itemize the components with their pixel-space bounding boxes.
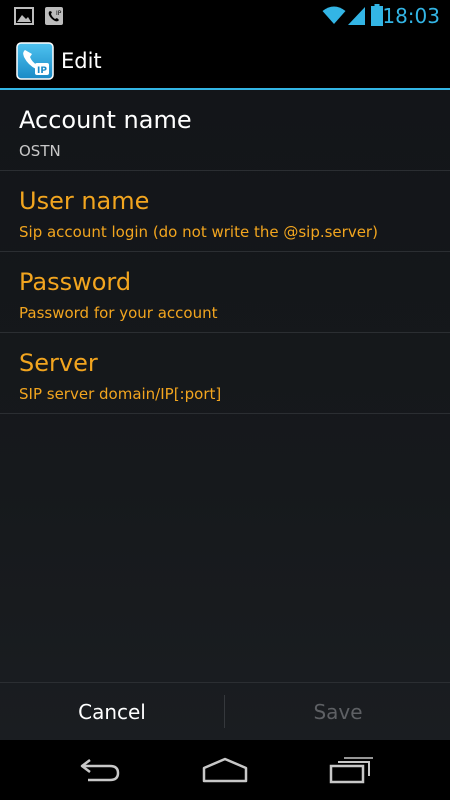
- signal-icon: [348, 6, 366, 30]
- recent-apps-icon[interactable]: [276, 740, 426, 800]
- ip-phone-app-icon[interactable]: IP: [16, 42, 54, 80]
- save-button[interactable]: Save: [226, 683, 450, 740]
- pref-summary: SIP server domain/IP[:port]: [19, 385, 222, 403]
- image-notification-icon: [14, 6, 34, 30]
- svg-text:IP: IP: [56, 10, 62, 17]
- cancel-button[interactable]: Cancel: [0, 683, 224, 740]
- preference-list: Account name OSTN User name Sip account …: [0, 90, 450, 414]
- pref-account-name[interactable]: Account name OSTN: [0, 90, 450, 171]
- pref-title: Account name: [19, 106, 192, 134]
- action-bar: IP Edit: [0, 33, 450, 90]
- pref-title: Password: [19, 268, 132, 296]
- navigation-bar: [0, 740, 450, 800]
- pref-password[interactable]: Password Password for your account: [0, 252, 450, 333]
- status-bar: IP 18:03: [0, 0, 450, 33]
- pref-user-name[interactable]: User name Sip account login (do not writ…: [0, 171, 450, 252]
- page-title: Edit: [61, 49, 102, 73]
- pref-title: Server: [19, 349, 98, 377]
- pref-summary: Sip account login (do not write the @sip…: [19, 223, 378, 241]
- button-divider: [224, 695, 225, 728]
- screen: IP 18:03 IP Edit Account name OSTN User …: [0, 0, 450, 800]
- button-bar: Cancel Save: [0, 682, 450, 740]
- pref-summary: OSTN: [19, 142, 61, 160]
- phone-notification-icon: IP: [44, 6, 64, 30]
- pref-summary: Password for your account: [19, 304, 218, 322]
- status-time: 18:03: [382, 4, 440, 28]
- wifi-icon: [322, 5, 346, 29]
- battery-icon: [371, 4, 383, 30]
- pref-server[interactable]: Server SIP server domain/IP[:port]: [0, 333, 450, 414]
- pref-title: User name: [19, 187, 150, 215]
- svg-text:IP: IP: [37, 66, 47, 76]
